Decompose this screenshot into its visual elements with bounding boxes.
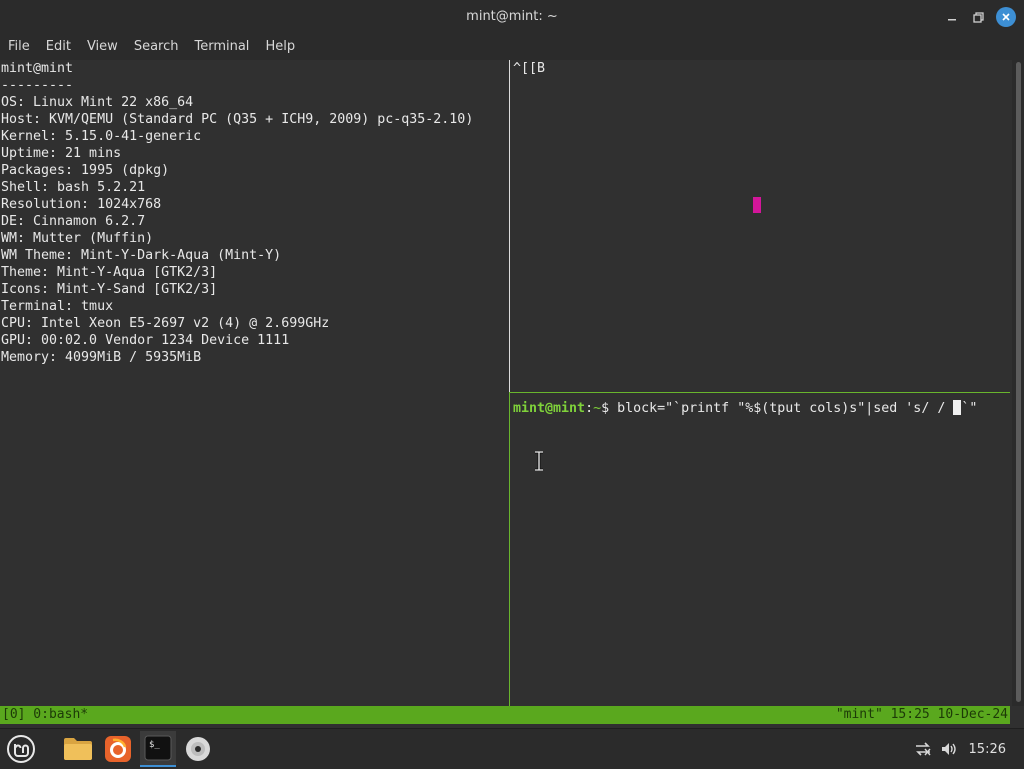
neofetch-line: Resolution: 1024x768 — [1, 197, 162, 212]
menu-edit[interactable]: Edit — [38, 34, 79, 60]
neofetch-line: GPU: 00:02.0 Vendor 1234 Device 1111 — [1, 333, 290, 348]
svg-text:$_: $_ — [149, 740, 160, 750]
menu-help[interactable]: Help — [257, 34, 303, 60]
pane-divider-horizontal[interactable] — [510, 392, 1010, 393]
close-button[interactable] — [996, 7, 1016, 27]
firefox-launcher[interactable] — [100, 731, 136, 767]
menu-file[interactable]: File — [0, 34, 38, 60]
neofetch-line: Host: KVM/QEMU (Standard PC (Q35 + ICH9,… — [1, 112, 474, 127]
menu-terminal[interactable]: Terminal — [186, 34, 257, 60]
restore-icon — [972, 11, 984, 23]
neofetch-line: WM Theme: Mint-Y-Dark-Aqua (Mint-Y) — [1, 248, 282, 263]
tmux-pane-bottom-right[interactable]: mint@mint:~$ block="`printf "%$(tput col… — [513, 399, 1010, 700]
terminal-area[interactable]: mint@mint --------- OS: Linux Mint 22 x8… — [0, 60, 1024, 724]
clock[interactable]: 15:26 — [969, 742, 1006, 757]
disc-launcher[interactable] — [180, 731, 216, 767]
folder-icon — [64, 738, 92, 760]
system-tray: 15:26 — [913, 729, 1024, 769]
volume-icon — [941, 743, 956, 755]
command-text-tail: `" — [961, 401, 978, 416]
ibeam-pointer-icon — [535, 451, 543, 471]
menu-search[interactable]: Search — [126, 34, 187, 60]
scrollbar[interactable] — [1012, 60, 1024, 706]
prompt-path: ~ — [593, 401, 602, 416]
neofetch-line: OS: Linux Mint 22 x86_64 — [1, 95, 194, 110]
minimize-icon — [948, 19, 956, 21]
minimize-button[interactable] — [942, 7, 962, 27]
neofetch-line: Theme: Mint-Y-Aqua [GTK2/3] — [1, 265, 218, 280]
tmux-window-list: [0] 0:bash* — [2, 707, 89, 722]
tmux-status-right: "mint" 15:25 10-Dec-24 — [835, 707, 1008, 722]
prompt-user: mint@mint — [513, 401, 586, 416]
neofetch-line: mint@mint — [1, 61, 74, 76]
terminal-window: mint@mint: ~ File Edit View Search Termi… — [0, 0, 1024, 728]
command-text: block="`printf "%$(tput cols)s"|sed 's/ … — [617, 401, 954, 416]
escape-sequence-text: ^[[B — [513, 61, 546, 76]
titlebar: mint@mint: ~ — [0, 0, 1024, 34]
neofetch-line: WM: Mutter (Muffin) — [1, 231, 154, 246]
disc-icon — [186, 737, 210, 761]
maximize-button[interactable] — [968, 7, 988, 27]
firefox-icon — [105, 736, 131, 762]
neofetch-line: DE: Cinnamon 6.2.7 — [1, 214, 146, 229]
linux-mint-logo-icon — [7, 735, 35, 763]
prompt-separator: : — [585, 401, 594, 416]
neofetch-line: Icons: Mint-Y-Sand [GTK2/3] — [1, 282, 218, 297]
start-menu-button[interactable] — [2, 731, 40, 767]
network-tray-button[interactable] — [913, 739, 933, 759]
terminal-icon: $_ — [144, 735, 172, 761]
neofetch-line: CPU: Intel Xeon E5-2697 v2 (4) @ 2.699GH… — [1, 316, 330, 331]
network-icon — [915, 742, 931, 756]
scrollbar-thumb[interactable] — [1016, 62, 1021, 702]
magenta-block-cursor — [753, 197, 761, 213]
window-title: mint@mint: ~ — [466, 9, 558, 24]
neofetch-line: Kernel: 5.15.0-41-generic — [1, 129, 202, 144]
command-line[interactable]: mint@mint:~$ block="`printf "%$(tput col… — [513, 399, 1010, 417]
menubar: File Edit View Search Terminal Help — [0, 34, 1024, 60]
neofetch-line: Shell: bash 5.2.21 — [1, 180, 146, 195]
neofetch-line: Memory: 4099MiB / 5935MiB — [1, 350, 202, 365]
tmux-pane-left[interactable]: mint@mint --------- OS: Linux Mint 22 x8… — [0, 60, 509, 706]
neofetch-line: --------- — [1, 78, 74, 93]
close-icon — [1002, 13, 1010, 21]
tmux-pane-top-right[interactable]: ^[[B — [513, 60, 1010, 392]
files-launcher[interactable] — [60, 731, 96, 767]
neofetch-line: Terminal: tmux — [1, 299, 114, 314]
terminal-launcher[interactable]: $_ — [140, 731, 176, 767]
tmux-status-bar: [0] 0:bash* "mint" 15:25 10-Dec-24 — [0, 706, 1010, 724]
neofetch-line: Packages: 1995 (dpkg) — [1, 163, 170, 178]
pane-divider-vertical-active[interactable] — [509, 392, 510, 706]
prompt-symbol: $ — [601, 401, 618, 416]
menu-view[interactable]: View — [79, 34, 126, 60]
taskbar: $_ 15:26 — [0, 728, 1024, 769]
neofetch-line: Uptime: 21 mins — [1, 146, 122, 161]
volume-tray-button[interactable] — [939, 739, 959, 759]
